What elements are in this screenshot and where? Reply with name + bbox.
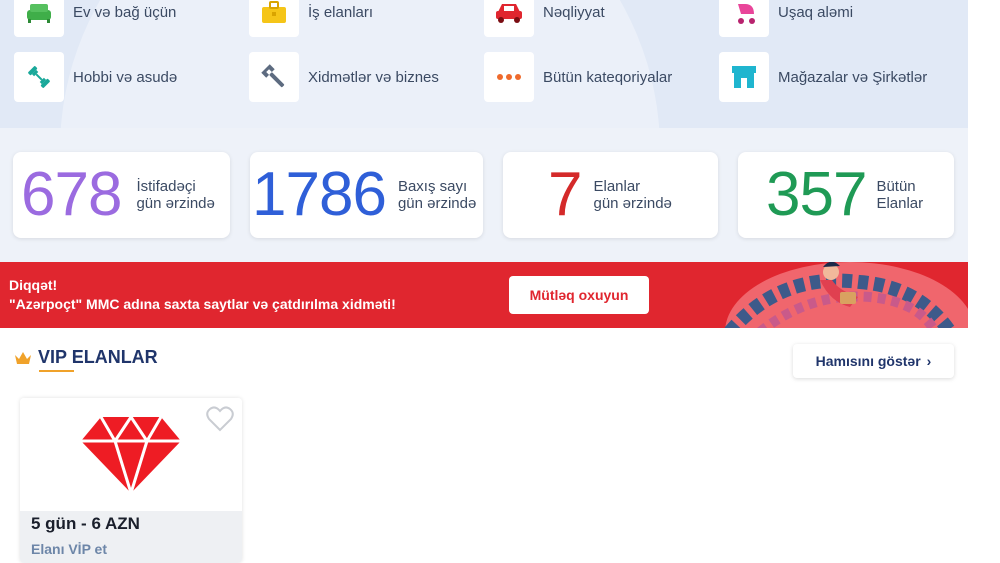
category-label: İş elanları — [308, 3, 374, 21]
category-label: Ev və bağ üçün — [73, 3, 177, 21]
sofa-icon — [14, 0, 64, 37]
make-vip-link[interactable]: Elanı VİP et — [31, 541, 107, 557]
warning-text: "Azərpoçt" MMC adına saxta saytlar və ça… — [9, 296, 396, 312]
show-all-button[interactable]: Hamısını göstər › — [793, 344, 954, 378]
category-label: Uşaq aləmi — [778, 3, 854, 21]
category-usaq-alemi[interactable]: Uşaq aləmi — [719, 0, 853, 37]
vip-title-underline — [39, 370, 74, 372]
ruby-icon — [81, 414, 181, 495]
favorite-heart-icon[interactable] — [206, 406, 234, 432]
car-icon — [484, 0, 534, 37]
stat-value: 678 — [21, 160, 122, 229]
chevron-right-icon: › — [926, 353, 932, 369]
vip-price: 5 gün - 6 AZN — [31, 514, 140, 533]
store-icon — [719, 52, 769, 102]
stats-section: 678 İstifadəçi gün ərzində 1786 Baxış sa… — [0, 128, 968, 262]
category-label: Xidmətlər və biznes — [308, 68, 439, 86]
stat-label: Bütün Elanlar — [876, 178, 924, 212]
stat-value: 1786 — [252, 160, 387, 229]
wrench-icon — [249, 52, 299, 102]
category-section: Ev və bağ üçün İş elanları Nəqliyyat Uşa… — [0, 0, 968, 128]
vip-header: VIP ELANLAR — [14, 347, 158, 368]
category-hobbi[interactable]: Hobbi və asudə — [14, 52, 177, 102]
stat-card-ads-today: 7 Elanlar gün ərzində — [503, 152, 718, 238]
dots-icon — [484, 52, 534, 102]
courier-illustration — [724, 262, 968, 328]
category-label: Bütün kateqoriyalar — [543, 68, 673, 86]
warning-title: Diqqət! — [9, 277, 58, 293]
briefcase-icon — [249, 0, 299, 37]
stat-card-all-ads: 357 Bütün Elanlar — [738, 152, 954, 238]
show-all-label: Hamısını göstər — [815, 353, 921, 369]
dumbbell-icon — [14, 52, 64, 102]
warning-banner: Diqqət! "Azərpoçt" MMC adına saxta saytl… — [0, 262, 968, 328]
stat-card-users: 678 İstifadəçi gün ərzində — [13, 152, 230, 238]
category-label: Nəqliyyat — [543, 3, 605, 21]
vip-card-body: 5 gün - 6 AZN Elanı VİP et — [20, 511, 242, 563]
category-neqliyyat[interactable]: Nəqliyyat — [484, 0, 605, 37]
category-magazalar[interactable]: Mağazalar və Şirkətlər — [719, 52, 927, 102]
stroller-icon — [719, 0, 769, 37]
category-is-elanlari[interactable]: İş elanları — [249, 0, 373, 37]
crown-icon — [15, 351, 31, 364]
stat-label: İstifadəçi gün ərzində — [136, 178, 215, 212]
category-label: Mağazalar və Şirkətlər — [778, 68, 928, 86]
category-label: Hobbi və asudə — [73, 68, 178, 86]
read-more-button[interactable]: Mütləq oxuyun — [509, 276, 649, 314]
stat-card-views: 1786 Baxış sayı gün ərzində — [250, 152, 483, 238]
stat-label: Baxış sayı gün ərzində — [397, 178, 477, 212]
category-ev-ve-bag[interactable]: Ev və bağ üçün — [14, 0, 176, 37]
vip-card[interactable]: 5 gün - 6 AZN Elanı VİP et — [20, 398, 242, 563]
category-xidmetler[interactable]: Xidmətlər və biznes — [249, 52, 439, 102]
stat-value: 7 — [548, 160, 582, 229]
stat-value: 357 — [766, 160, 867, 229]
vip-title: VIP ELANLAR — [38, 347, 158, 367]
page: Ev və bağ üçün İş elanları Nəqliyyat Uşa… — [0, 0, 1000, 563]
category-butun-kateqoriyalar[interactable]: Bütün kateqoriyalar — [484, 52, 672, 102]
stat-label: Elanlar gün ərzində — [593, 178, 672, 212]
